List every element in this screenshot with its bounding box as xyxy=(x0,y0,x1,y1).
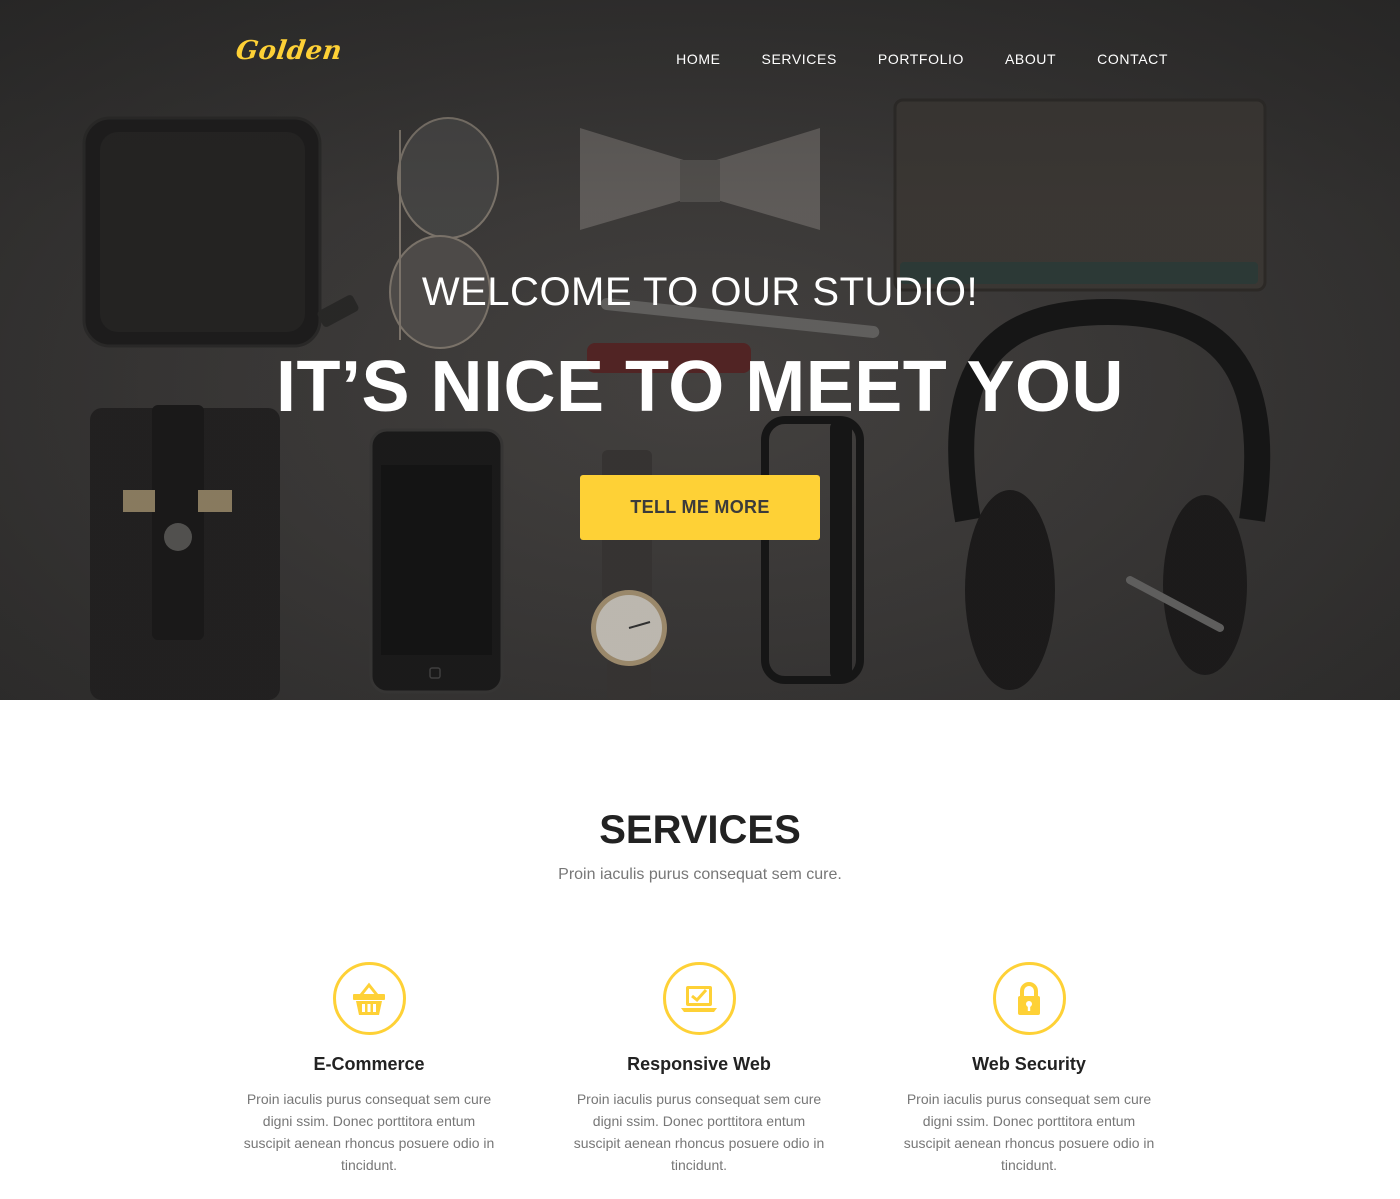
service-description: Proin iaculis purus consequat sem cure d… xyxy=(903,1091,1155,1173)
service-title: Responsive Web xyxy=(627,1054,771,1074)
lock-icon xyxy=(992,962,1066,1035)
nav-item-services[interactable]: SERVICES xyxy=(762,51,837,67)
service-description: Proin iaculis purus consequat sem cure d… xyxy=(573,1091,825,1173)
hero-section: Golden HOME SERVICES PORTFOLIO ABOUT CON… xyxy=(0,0,1400,700)
navbar: Golden HOME SERVICES PORTFOLIO ABOUT CON… xyxy=(0,0,1400,110)
nav-item-home[interactable]: HOME xyxy=(676,51,720,67)
services-subtitle: Proin iaculis purus consequat sem cure. xyxy=(558,866,842,883)
hero-heading: IT’S NICE TO MEET YOU xyxy=(276,347,1124,427)
nav-item-contact[interactable]: CONTACT xyxy=(1097,51,1168,67)
service-card-ecommerce: E-Commerce Proin iaculis purus consequat… xyxy=(219,962,519,1176)
nav-item-portfolio[interactable]: PORTFOLIO xyxy=(878,51,964,67)
service-card-web-security: Web Security Proin iaculis purus consequ… xyxy=(879,962,1179,1176)
service-description: Proin iaculis purus consequat sem cure d… xyxy=(243,1091,495,1173)
services-title: SERVICES xyxy=(599,808,801,852)
main-nav: HOME SERVICES PORTFOLIO ABOUT CONTACT xyxy=(635,51,1168,67)
brand-logo[interactable]: Golden xyxy=(234,36,344,66)
service-card-responsive-web: Responsive Web Proin iaculis purus conse… xyxy=(549,962,849,1176)
hero-lead-text: WELCOME TO OUR STUDIO! xyxy=(421,270,979,314)
nav-item-about[interactable]: ABOUT xyxy=(1005,51,1056,67)
basket-icon xyxy=(332,962,406,1035)
tell-me-more-button[interactable]: TELL ME MORE xyxy=(580,475,820,540)
service-title: Web Security xyxy=(972,1054,1086,1074)
service-title: E-Commerce xyxy=(313,1054,425,1074)
laptop-check-icon xyxy=(662,962,736,1035)
